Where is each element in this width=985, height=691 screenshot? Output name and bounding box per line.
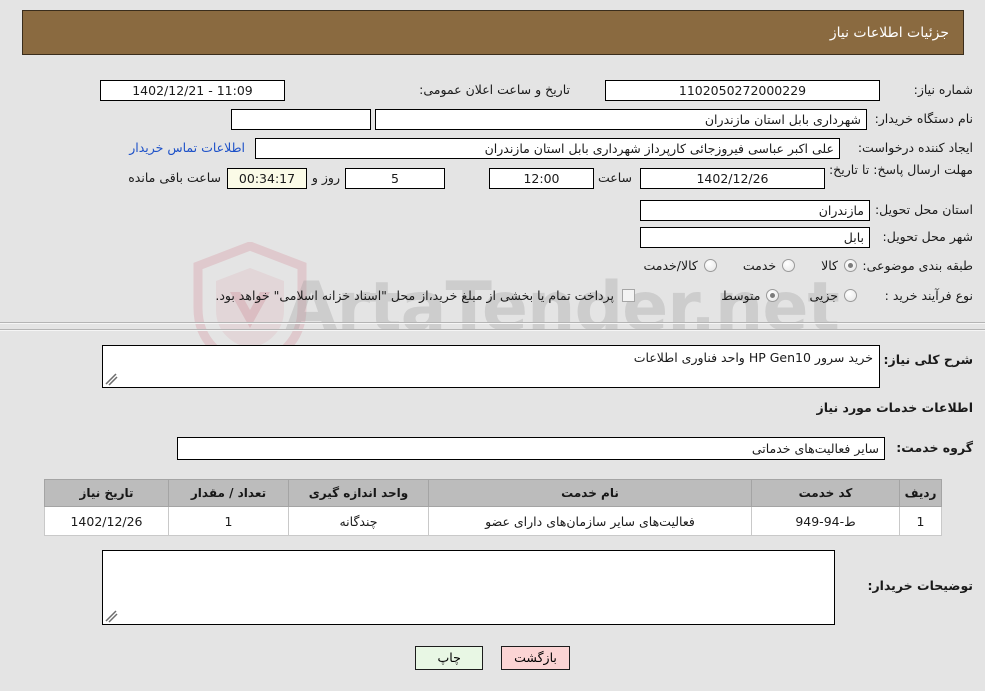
- services-table: ردیف کد خدمت نام خدمت واحد اندازه گیری ت…: [44, 479, 942, 536]
- delivery-city-label: شهر محل تحویل:: [882, 229, 973, 244]
- remaining-hours-label: ساعت باقی مانده: [128, 170, 221, 185]
- table-row: 1 ط-94-949 فعالیت‌های سایر سازمان‌های دا…: [44, 506, 942, 536]
- purchase-process-label: نوع فرآیند خرید :: [884, 288, 973, 303]
- cell-quantity: 1: [168, 506, 289, 536]
- divider-top-2: [0, 329, 985, 331]
- buyer-notes-textarea[interactable]: [102, 550, 835, 625]
- radio-category-kala[interactable]: کالا: [821, 258, 857, 273]
- back-button[interactable]: بازگشت: [501, 646, 570, 670]
- radio-category-kala-khedmat[interactable]: کالا/خدمت: [643, 258, 717, 273]
- buyer-org-value: شهرداری بابل استان مازندران: [375, 109, 867, 130]
- delivery-city-value: بابل: [640, 227, 870, 248]
- col-header-unit: واحد اندازه گیری: [288, 479, 429, 507]
- buyer-org-label: نام دستگاه خریدار:: [874, 111, 973, 126]
- radio-icon[interactable]: [782, 259, 796, 272]
- service-group-value: سایر فعالیت‌های خدماتی: [177, 437, 885, 460]
- cell-unit: چندگانه: [288, 506, 429, 536]
- col-header-quantity: تعداد / مقدار: [168, 479, 289, 507]
- action-button-bar: بازگشت چاپ: [0, 646, 985, 670]
- service-group-label: گروه خدمت:: [896, 440, 973, 455]
- buyer-org-value-extra: [231, 109, 371, 130]
- col-header-service-name: نام خدمت: [428, 479, 752, 507]
- request-creator-label: ایجاد کننده درخواست:: [857, 140, 973, 155]
- need-description-label: شرح کلی نیاز:: [883, 352, 973, 367]
- page-root: ArtaTender.net جزئیات اطلاعات نیاز شماره…: [0, 0, 985, 691]
- radio-label-jozei: جزیی: [809, 288, 838, 303]
- buyer-notes-value: [103, 551, 834, 557]
- radio-icon[interactable]: [703, 259, 717, 272]
- table-header-row: ردیف کد خدمت نام خدمت واحد اندازه گیری ت…: [44, 479, 942, 507]
- need-number-value: 1102050272000229: [605, 80, 880, 101]
- treasury-bond-checkbox[interactable]: [622, 289, 635, 302]
- col-header-row-no: ردیف: [899, 479, 942, 507]
- request-creator-value: علی اکبر عباسی فیروزجائی کارپرداز شهردار…: [255, 138, 840, 159]
- radio-category-khedmat[interactable]: خدمت: [742, 258, 796, 273]
- cell-row-no: 1: [899, 506, 942, 536]
- cell-service-name: فعالیت‌های سایر سازمان‌های دارای عضو: [428, 506, 752, 536]
- cell-need-date: 1402/12/26: [44, 506, 169, 536]
- buyer-notes-label: توضیحات خریدار:: [867, 578, 973, 593]
- window-title-bar: جزئیات اطلاعات نیاز: [22, 10, 964, 55]
- need-description-value: خرید سرور HP Gen10 واحد فناوری اطلاعات: [633, 350, 873, 365]
- radio-process-motavaset[interactable]: متوسط: [721, 288, 780, 303]
- subject-category-label: طبقه بندی موضوعی:: [862, 258, 973, 273]
- col-header-service-code: کد خدمت: [751, 479, 900, 507]
- deadline-date-value: 1402/12/26: [640, 168, 825, 189]
- radio-label-kala-khedmat: کالا/خدمت: [643, 258, 698, 273]
- delivery-province-label: استان محل تحویل:: [874, 202, 973, 217]
- page-title: جزئیات اطلاعات نیاز: [829, 24, 949, 41]
- col-header-need-date: تاریخ نیاز: [44, 479, 169, 507]
- delivery-province-value: مازندران: [640, 200, 870, 221]
- countdown-timer-value: 00:34:17: [227, 168, 307, 189]
- resize-handle-icon[interactable]: [105, 373, 118, 386]
- print-button[interactable]: چاپ: [415, 646, 484, 670]
- announce-datetime-value: 11:09 - 1402/12/21: [100, 80, 285, 101]
- radio-icon-selected[interactable]: [766, 289, 780, 302]
- radio-label-kala: کالا: [821, 258, 838, 273]
- radio-icon-selected[interactable]: [844, 259, 857, 272]
- divider-top: [0, 322, 985, 324]
- need-description-textarea[interactable]: خرید سرور HP Gen10 واحد فناوری اطلاعات: [102, 345, 880, 388]
- buyer-contact-link[interactable]: اطلاعات تماس خریدار: [129, 140, 245, 155]
- resize-handle-icon[interactable]: [105, 610, 118, 623]
- treasury-bond-label: پرداخت تمام یا بخشی از مبلغ خرید،از محل …: [215, 288, 614, 303]
- services-section-heading: اطلاعات خدمات مورد نیاز: [816, 400, 974, 415]
- remaining-days-value: 5: [345, 168, 445, 189]
- deadline-hour-value: 12:00: [489, 168, 594, 189]
- need-info-panel: شماره نیاز: 1102050272000229 تاریخ و ساع…: [0, 64, 985, 319]
- radio-label-khedmat: خدمت: [742, 258, 777, 273]
- announce-datetime-label: تاریخ و ساعت اعلان عمومی:: [419, 82, 570, 97]
- days-label: روز و: [311, 170, 340, 185]
- hour-label: ساعت: [597, 170, 632, 185]
- need-number-label: شماره نیاز:: [913, 82, 973, 97]
- radio-label-motavaset: متوسط: [721, 288, 761, 303]
- cell-service-code: ط-94-949: [751, 506, 900, 536]
- radio-process-jozei[interactable]: جزیی: [809, 288, 857, 303]
- radio-icon[interactable]: [844, 289, 857, 302]
- deadline-label: مهلت ارسال پاسخ: تا تاریخ:: [828, 162, 973, 177]
